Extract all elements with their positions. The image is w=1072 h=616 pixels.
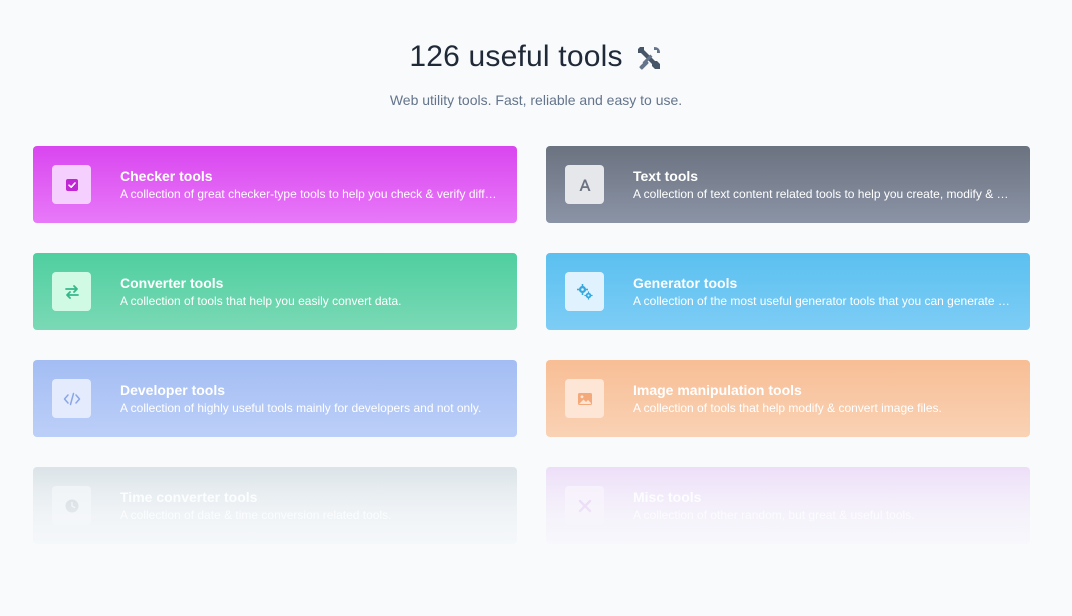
card-description: A collection of the most useful generato… — [633, 294, 1010, 308]
card-text: Text tools A collection of text content … — [633, 167, 1030, 202]
card-text: Time converter tools A collection of dat… — [120, 488, 517, 523]
card-text-tools[interactable]: Text tools A collection of text content … — [546, 146, 1030, 223]
card-title: Developer tools — [120, 382, 226, 398]
card-title: Misc tools — [633, 489, 702, 505]
card-text: Converter tools A collection of tools th… — [120, 274, 517, 309]
card-text: Checker tools A collection of great chec… — [120, 167, 517, 202]
page-subtitle: Web utility tools. Fast, reliable and ea… — [389, 92, 683, 108]
code-icon — [52, 379, 91, 418]
check-square-icon — [52, 165, 91, 204]
card-description: A collection of text content related too… — [633, 187, 1010, 201]
card-description: A collection of great checker-type tools… — [120, 187, 497, 201]
card-generator-tools[interactable]: Generator tools A collection of the most… — [546, 253, 1030, 330]
card-text: Generator tools A collection of the most… — [633, 274, 1030, 309]
card-time-converter-tools[interactable]: Time converter tools A collection of dat… — [33, 467, 517, 544]
card-image-manipulation-tools[interactable]: Image manipulation tools A collection of… — [546, 360, 1030, 437]
card-text: Image manipulation tools A collection of… — [633, 381, 1030, 416]
card-text: Developer tools A collection of highly u… — [120, 381, 517, 416]
wrench-screwdriver-icon — [635, 44, 663, 72]
card-description: A collection of date & time conversion r… — [120, 508, 392, 522]
card-developer-tools[interactable]: Developer tools A collection of highly u… — [33, 360, 517, 437]
card-description: A collection of tools that help you easi… — [120, 294, 402, 308]
card-title: Generator tools — [633, 275, 738, 291]
gears-icon — [565, 272, 604, 311]
card-checker-tools[interactable]: Checker tools A collection of great chec… — [33, 146, 517, 223]
card-misc-tools[interactable]: Misc tools A collection of other random,… — [546, 467, 1030, 544]
letter-a-icon — [565, 165, 604, 204]
page: 126 useful tools Web utility tools. Fast… — [0, 0, 1072, 616]
card-description: A collection of other random, but great … — [633, 508, 915, 522]
card-title: Image manipulation tools — [633, 382, 802, 398]
card-converter-tools[interactable]: Converter tools A collection of tools th… — [33, 253, 517, 330]
hero: 126 useful tools Web utility tools. Fast… — [0, 40, 1072, 108]
tools-icon — [565, 486, 604, 525]
arrows-exchange-icon — [52, 272, 91, 311]
card-title: Checker tools — [120, 168, 213, 184]
card-title: Converter tools — [120, 275, 224, 291]
clock-icon — [52, 486, 91, 525]
card-description: A collection of tools that help modify &… — [633, 401, 942, 415]
card-title: Text tools — [633, 168, 699, 184]
card-text: Misc tools A collection of other random,… — [633, 488, 1030, 523]
image-icon — [565, 379, 604, 418]
tool-category-grid: Checker tools A collection of great chec… — [33, 146, 1030, 544]
title-row: 126 useful tools — [0, 40, 1072, 74]
card-description: A collection of highly useful tools main… — [120, 401, 482, 415]
page-title: 126 useful tools — [409, 40, 623, 73]
card-title: Time converter tools — [120, 489, 258, 505]
